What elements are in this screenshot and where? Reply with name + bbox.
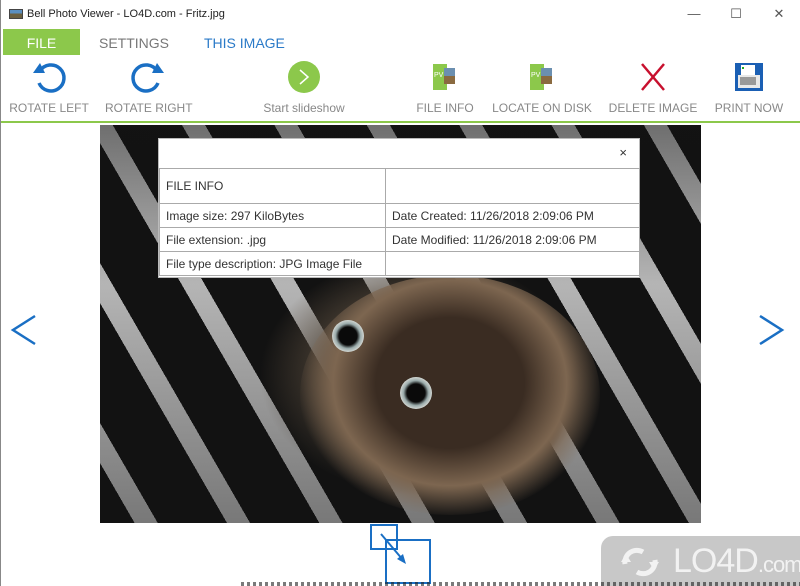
watermark-text: LO4D — [673, 542, 759, 580]
cat-eye — [332, 320, 364, 352]
rotate-right-button[interactable]: ROTATE RIGHT — [105, 55, 193, 121]
fit-to-window-icon[interactable] — [370, 524, 432, 584]
svg-text:PV: PV — [434, 72, 444, 79]
file-type-description: File type description: JPG Image File — [159, 251, 386, 276]
file-info-dialog: × FILE INFO Image size: 297 KiloBytes Da… — [158, 138, 640, 278]
date-created: Date Created: 11/26/2018 2:09:06 PM — [385, 203, 640, 228]
delete-image-label: DELETE IMAGE — [608, 101, 698, 115]
delete-icon — [641, 63, 665, 91]
start-slideshow-button[interactable]: Start slideshow — [259, 55, 349, 121]
thumbnail-strip-edge — [241, 582, 800, 586]
image-size: Image size: 297 KiloBytes — [159, 203, 386, 228]
app-icon — [9, 9, 23, 19]
table-row: File type description: JPG Image File — [159, 251, 640, 276]
file-info-label: FILE INFO — [416, 101, 474, 115]
lo4d-watermark: LO4D.com — [601, 536, 800, 586]
tab-file[interactable]: FILE — [3, 29, 80, 55]
file-info-button[interactable]: PV FILE INFO — [413, 55, 477, 121]
file-info-table: FILE INFO Image size: 297 KiloBytes Date… — [159, 168, 640, 276]
rotate-left-icon — [33, 63, 66, 93]
delete-image-button[interactable]: DELETE IMAGE — [607, 55, 699, 121]
watermark-suffix: .com — [757, 552, 800, 577]
window-title: Bell Photo Viewer - LO4D.com - Fritz.jpg — [27, 8, 225, 20]
table-row: FILE INFO — [159, 168, 640, 204]
menu-bar: FILE SETTINGS THIS IMAGE — [1, 29, 800, 55]
locate-on-disk-button[interactable]: PV LOCATE ON DISK — [491, 55, 593, 121]
table-row: File extension: .jpg Date Modified: 11/2… — [159, 227, 640, 252]
next-image-button[interactable] — [756, 312, 786, 348]
minimize-button[interactable]: — — [679, 4, 709, 24]
rotate-left-label: ROTATE LEFT — [9, 101, 89, 115]
locate-icon: PV — [530, 64, 552, 90]
start-slideshow-label: Start slideshow — [263, 101, 345, 115]
table-row: Image size: 297 KiloBytes Date Created: … — [159, 203, 640, 228]
cat-photo — [300, 275, 600, 515]
file-extension: File extension: .jpg — [159, 227, 386, 252]
play-icon — [288, 61, 320, 93]
dialog-close-button[interactable]: × — [619, 145, 627, 160]
previous-image-button[interactable] — [9, 312, 39, 348]
printer-icon — [735, 63, 763, 91]
close-button[interactable]: ✕ — [764, 4, 794, 24]
app-window: Bell Photo Viewer - LO4D.com - Fritz.jpg… — [0, 0, 800, 586]
locate-on-disk-label: LOCATE ON DISK — [492, 101, 592, 115]
maximize-button[interactable]: ☐ — [721, 4, 751, 24]
lo4d-logo-icon — [621, 547, 659, 577]
svg-text:PV: PV — [531, 72, 541, 79]
print-now-label: PRINT NOW — [714, 101, 784, 115]
tab-this-image[interactable]: THIS IMAGE — [204, 29, 285, 55]
cat-eye — [400, 377, 432, 409]
rotate-right-label: ROTATE RIGHT — [105, 101, 193, 115]
file-info-title: FILE INFO — [159, 168, 386, 204]
tab-settings[interactable]: SETTINGS — [99, 29, 169, 55]
date-modified: Date Modified: 11/26/2018 2:09:06 PM — [385, 227, 640, 252]
rotate-left-button[interactable]: ROTATE LEFT — [9, 55, 89, 121]
toolbar: ROTATE LEFT ROTATE RIGHT Start slideshow… — [1, 55, 800, 123]
file-info-icon: PV — [433, 64, 455, 90]
print-now-button[interactable]: PRINT NOW — [711, 55, 787, 121]
rotate-right-icon — [131, 63, 164, 93]
title-bar: Bell Photo Viewer - LO4D.com - Fritz.jpg… — [1, 0, 800, 30]
